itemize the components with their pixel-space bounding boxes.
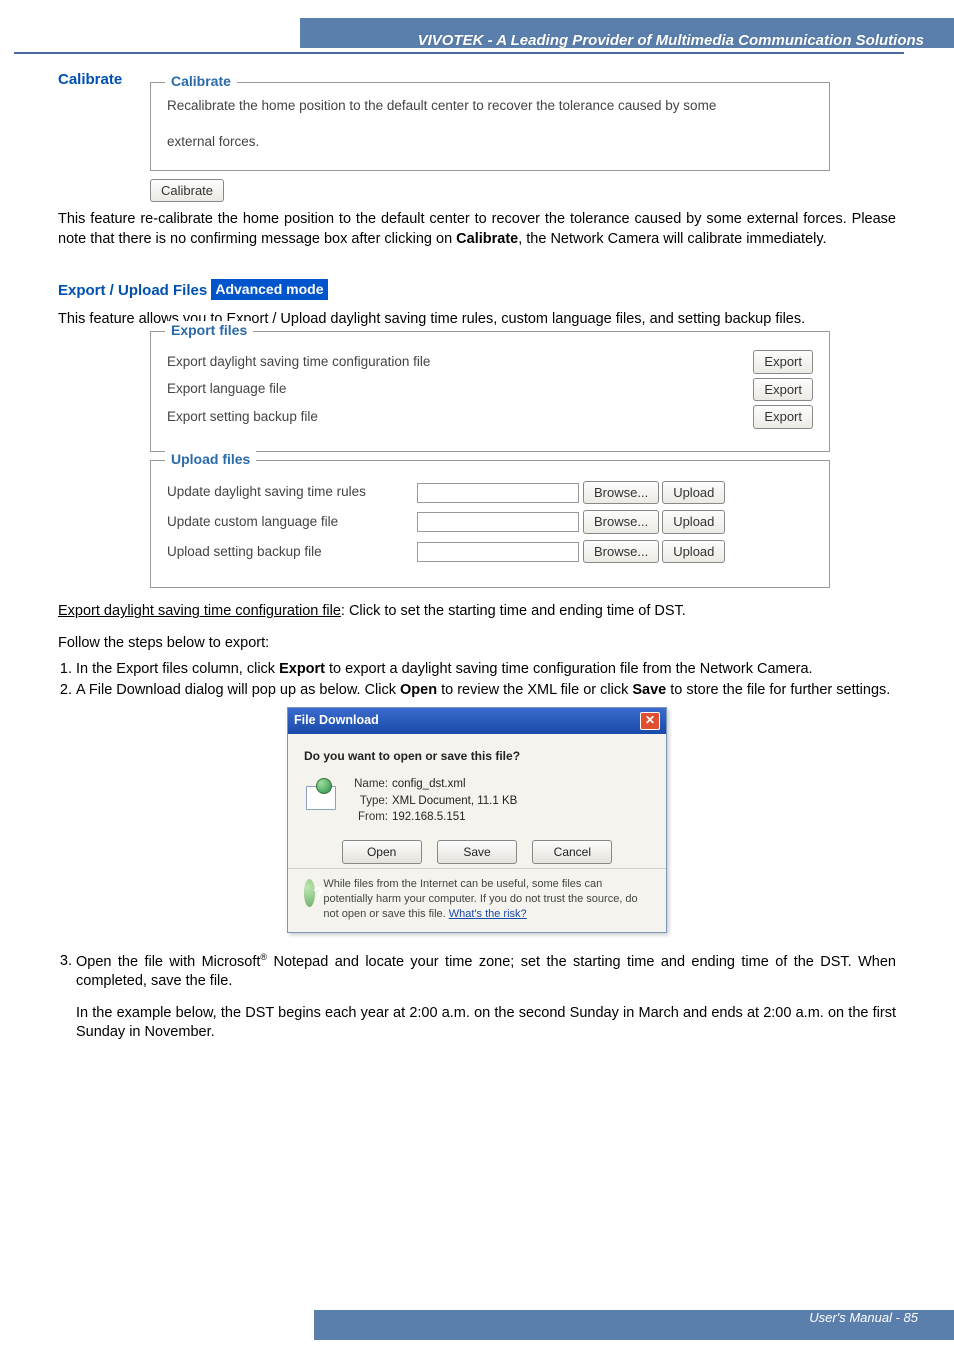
step2-mid: to review the XML file or click [437, 682, 632, 698]
calibrate-button[interactable]: Calibrate [150, 179, 224, 203]
upload-path-input[interactable] [417, 542, 579, 562]
export-files-fieldset: Export files Export daylight saving time… [150, 331, 830, 452]
file-icon [304, 778, 338, 812]
calibrate-body-bold: Calibrate [456, 231, 518, 247]
follow-steps: Follow the steps below to export: [58, 634, 896, 654]
step2-bold2: Save [632, 682, 666, 698]
upload-files-legend: Upload files [165, 450, 256, 469]
list-item: In the Export files column, click Export… [76, 660, 896, 680]
step2-bold1: Open [400, 682, 437, 698]
calibrate-title: Calibrate [58, 70, 150, 90]
fd-from-value: 192.168.5.151 [392, 811, 466, 823]
export-files-legend: Export files [165, 321, 253, 340]
export-button[interactable]: Export [753, 378, 813, 402]
calibrate-line1: Recalibrate the home position to the def… [167, 97, 813, 115]
footer: User's Manual - 85 [769, 1306, 930, 1334]
example-paragraph: In the example below, the DST begins eac… [58, 1004, 896, 1043]
step2-prefix: A File Download dialog will pop up as be… [76, 682, 400, 698]
step1-bold: Export [279, 661, 325, 677]
fd-name-label: Name: [348, 776, 388, 793]
calibrate-body-suffix: , the Network Camera will calibrate imme… [518, 231, 826, 247]
fd-name-value: config_dst.xml [392, 778, 466, 790]
list-item: Open the file with Microsoft® Notepad an… [76, 951, 896, 992]
export-row-label: Export language file [167, 380, 753, 398]
step2-suffix: to store the file for further settings. [666, 682, 890, 698]
whats-the-risk-link[interactable]: What's the risk? [449, 908, 527, 920]
upload-path-input[interactable] [417, 512, 579, 532]
footer-text: User's Manual - 85 [809, 1310, 918, 1325]
browse-button[interactable]: Browse... [583, 481, 659, 505]
help-icon [304, 879, 315, 907]
upload-button[interactable]: Upload [662, 510, 725, 534]
advanced-mode-badge: Advanced mode [211, 279, 327, 300]
cancel-button[interactable]: Cancel [532, 840, 612, 864]
export-upload-title: Export / Upload Files Advanced mode [58, 279, 896, 301]
file-download-question: Do you want to open or save this file? [304, 748, 650, 764]
file-download-dialog: File Download ✕ Do you want to open or s… [287, 707, 667, 933]
export-dst-explain: Export daylight saving time configuratio… [58, 602, 896, 622]
file-download-title: File Download [294, 712, 379, 729]
browse-button[interactable]: Browse... [583, 540, 659, 564]
calibrate-fieldset: Calibrate Recalibrate the home position … [150, 82, 830, 170]
export-row-label: Export daylight saving time configuratio… [167, 353, 753, 371]
list-item: A File Download dialog will pop up as be… [76, 681, 896, 701]
export-button[interactable]: Export [753, 405, 813, 429]
upload-path-input[interactable] [417, 483, 579, 503]
save-button[interactable]: Save [437, 840, 517, 864]
fd-from-label: From: [348, 809, 388, 826]
header-underline [14, 52, 904, 54]
export-dst-suffix: : Click to set the starting time and end… [341, 603, 686, 619]
open-button[interactable]: Open [342, 840, 422, 864]
calibrate-body: This feature re-calibrate the home posit… [58, 210, 896, 249]
export-upload-title-text: Export / Upload Files [58, 282, 207, 299]
calibrate-line2: external forces. [167, 133, 813, 151]
export-dst-heading: Export daylight saving time configuratio… [58, 603, 341, 619]
step1-suffix: to export a daylight saving time configu… [325, 661, 813, 677]
export-row-label: Export setting backup file [167, 408, 753, 426]
close-icon[interactable]: ✕ [640, 712, 660, 730]
upload-row-label: Update daylight saving time rules [167, 483, 417, 501]
header-brand: VIVOTEK - A Leading Provider of Multimed… [418, 32, 924, 53]
file-download-warning: While files from the Internet can be use… [323, 877, 650, 922]
step3-prefix: Open the file with Microsoft [76, 953, 260, 969]
calibrate-legend: Calibrate [165, 72, 237, 91]
step1-prefix: In the Export files column, click [76, 661, 279, 677]
upload-row-label: Upload setting backup file [167, 543, 417, 561]
fd-type-value: XML Document, 11.1 KB [392, 795, 517, 807]
upload-files-fieldset: Upload files Update daylight saving time… [150, 460, 830, 589]
upload-row-label: Update custom language file [167, 513, 417, 531]
browse-button[interactable]: Browse... [583, 510, 659, 534]
upload-button[interactable]: Upload [662, 481, 725, 505]
export-button[interactable]: Export [753, 350, 813, 374]
upload-button[interactable]: Upload [662, 540, 725, 564]
fd-type-label: Type: [348, 793, 388, 810]
